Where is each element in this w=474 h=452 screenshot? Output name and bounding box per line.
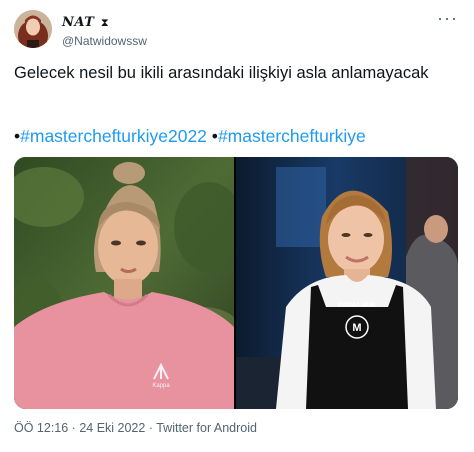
author-names: NAT ⧗ @Natwidowssw xyxy=(62,13,147,48)
hashtag-masterchefturkiye[interactable]: #masterchefturkiye xyxy=(218,126,366,146)
tweet-time[interactable]: ÖÖ 12:16 xyxy=(14,421,68,435)
apron-name-text: FATMA NUR xyxy=(338,302,376,309)
tweet-source[interactable]: Twitter for Android xyxy=(156,421,257,435)
hourglass-icon: ⧗ xyxy=(100,17,109,29)
handle[interactable]: @Natwidowssw xyxy=(62,34,147,48)
tweet-text: Gelecek nesil bu ikili arasındaki ilişki… xyxy=(14,64,429,82)
tweet-header: NAT ⧗ @Natwidowssw ··· xyxy=(14,8,460,50)
photo-right[interactable]: FATMA NUR M xyxy=(236,157,458,409)
avatar[interactable] xyxy=(14,10,52,48)
footer-separator: · xyxy=(68,421,80,435)
hashtag-line: •#masterchefturkiye2022 •#masterchefturk… xyxy=(14,126,366,147)
tweet-date[interactable]: 24 Eki 2022 xyxy=(79,421,145,435)
photo-left[interactable]: Kappa xyxy=(14,157,234,409)
apron-logo-text: M xyxy=(352,322,361,334)
tweet-footer: ÖÖ 12:16 · 24 Eki 2022 · Twitter for And… xyxy=(14,421,257,435)
hashtag-masterchefturkiye2022[interactable]: #masterchefturkiye2022 xyxy=(20,126,207,146)
tweet-media[interactable]: Kappa FATMA NUR M xyxy=(14,157,458,409)
footer-separator: · xyxy=(145,421,157,435)
more-options-icon[interactable]: ··· xyxy=(437,8,458,29)
shirt-logo-text: Kappa xyxy=(152,383,170,389)
display-name[interactable]: NAT xyxy=(62,15,94,30)
